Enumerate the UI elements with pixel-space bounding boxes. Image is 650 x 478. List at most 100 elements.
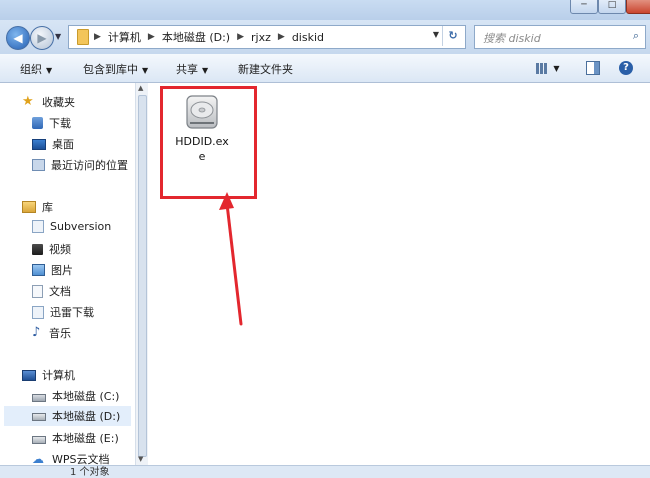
view-options-button[interactable]: ▼ bbox=[533, 59, 563, 77]
new-folder-label: 新建文件夹 bbox=[238, 63, 293, 76]
document-icon bbox=[32, 284, 43, 298]
minimize-button[interactable]: ─ bbox=[570, 0, 598, 14]
navigation-scrollbar[interactable]: ▲ ▼ bbox=[135, 83, 148, 477]
video-icon bbox=[32, 243, 43, 255]
nav-item-label: 下载 bbox=[49, 117, 71, 130]
forward-button[interactable]: ▶ bbox=[30, 26, 54, 50]
maximize-button[interactable]: □ bbox=[598, 0, 626, 14]
breadcrumb-arrow-icon[interactable]: ▶ bbox=[232, 32, 249, 42]
nav-favorites[interactable]: ★ 收藏夹 bbox=[22, 94, 75, 110]
cloud-icon: ☁ bbox=[32, 452, 44, 466]
window-titlebar: ─ □ bbox=[0, 0, 650, 20]
breadcrumb-diskid[interactable]: diskid bbox=[290, 31, 326, 44]
chevron-down-icon: ▼ bbox=[46, 66, 53, 75]
address-dropdown-icon[interactable]: ▼ bbox=[433, 30, 439, 39]
breadcrumb-computer[interactable]: 计算机 bbox=[106, 29, 143, 45]
nav-item-label: Subversion bbox=[50, 220, 112, 233]
nav-item-documents[interactable]: 文档 bbox=[32, 283, 71, 299]
nav-item-label: 视频 bbox=[49, 243, 71, 256]
annotation-highlight-box bbox=[160, 86, 257, 199]
command-toolbar: 组织 ▼ 包含到库中 ▼ 共享 ▼ 新建文件夹 ▼ ? bbox=[0, 54, 650, 83]
maximize-icon: □ bbox=[607, 0, 617, 10]
organize-label: 组织 bbox=[20, 63, 42, 76]
search-icon[interactable]: ⌕ bbox=[633, 29, 639, 43]
status-count: 1 个对象 bbox=[70, 467, 110, 478]
back-button[interactable]: ◀ bbox=[6, 26, 30, 50]
include-in-library-button[interactable]: 包含到库中 ▼ bbox=[83, 61, 148, 77]
nav-item-label: 图片 bbox=[51, 264, 73, 277]
library-icon bbox=[22, 201, 36, 213]
breadcrumb-rjxz[interactable]: rjxz bbox=[249, 31, 273, 44]
nav-item-downloads[interactable]: 下载 bbox=[32, 115, 71, 131]
help-button[interactable]: ? bbox=[616, 59, 636, 77]
breadcrumb-drive-d[interactable]: 本地磁盘 (D:) bbox=[160, 29, 232, 45]
nav-item-videos[interactable]: 视频 bbox=[32, 241, 71, 257]
nav-item-label: 最近访问的位置 bbox=[51, 159, 128, 172]
desktop-icon bbox=[32, 138, 46, 150]
breadcrumb-arrow-icon[interactable]: ▶ bbox=[143, 32, 160, 42]
scroll-down-icon[interactable]: ▼ bbox=[138, 455, 143, 463]
nav-item-drive-e[interactable]: 本地磁盘 (E:) bbox=[32, 430, 119, 446]
nav-item-label: 迅雷下载 bbox=[50, 306, 94, 319]
new-folder-button[interactable]: 新建文件夹 bbox=[238, 61, 293, 77]
address-bar-row: ◀ ▶ ▼ ▶ 计算机 ▶ 本地磁盘 (D:) ▶ rjxz ▶ diskid … bbox=[0, 20, 650, 54]
scroll-up-icon[interactable]: ▲ bbox=[138, 84, 143, 92]
nav-item-label: 文档 bbox=[49, 285, 71, 298]
nav-item-pictures[interactable]: 图片 bbox=[32, 262, 73, 278]
back-arrow-icon: ◀ bbox=[13, 31, 23, 45]
star-icon: ★ bbox=[22, 94, 34, 109]
nav-item-subversion[interactable]: Subversion bbox=[32, 220, 111, 233]
help-icon: ? bbox=[619, 61, 633, 75]
nav-item-label: 音乐 bbox=[49, 327, 71, 340]
picture-icon bbox=[32, 264, 45, 276]
search-input[interactable]: 搜索 diskid ⌕ bbox=[474, 25, 646, 49]
address-field[interactable]: ▶ 计算机 ▶ 本地磁盘 (D:) ▶ rjxz ▶ diskid ▼ ↻ bbox=[68, 25, 466, 49]
nav-library-label: 库 bbox=[42, 201, 53, 214]
music-icon: ♪ bbox=[32, 325, 41, 340]
thunder-folder-icon bbox=[32, 305, 44, 319]
preview-pane-button[interactable] bbox=[583, 59, 603, 77]
view-grid-icon bbox=[536, 62, 548, 74]
include-in-library-label: 包含到库中 bbox=[83, 63, 138, 76]
nav-item-music[interactable]: ♪ 音乐 bbox=[32, 325, 71, 341]
nav-favorites-label: 收藏夹 bbox=[42, 96, 75, 109]
refresh-button[interactable]: ↻ bbox=[442, 26, 463, 46]
chevron-down-icon: ▼ bbox=[553, 63, 560, 73]
nav-item-label: 本地磁盘 (D:) bbox=[52, 410, 121, 423]
nav-item-thunder-downloads[interactable]: 迅雷下载 bbox=[32, 304, 94, 320]
refresh-icon: ↻ bbox=[448, 29, 458, 42]
minimize-icon: ─ bbox=[581, 0, 587, 10]
status-bar: 1 个对象 bbox=[0, 465, 650, 478]
computer-icon bbox=[22, 369, 36, 381]
nav-computer-label: 计算机 bbox=[42, 369, 75, 382]
search-placeholder: 搜索 diskid bbox=[483, 32, 541, 45]
drive-icon bbox=[32, 436, 46, 444]
folder-icon bbox=[77, 29, 89, 45]
nav-library[interactable]: 库 bbox=[22, 199, 53, 215]
nav-item-drive-d[interactable]: 本地磁盘 (D:) bbox=[4, 406, 131, 426]
share-label: 共享 bbox=[176, 63, 198, 76]
preview-pane-icon bbox=[586, 61, 600, 75]
breadcrumb-arrow-icon[interactable]: ▶ bbox=[273, 32, 290, 42]
recent-places-icon bbox=[32, 159, 45, 171]
chevron-down-icon: ▼ bbox=[202, 66, 209, 75]
close-button[interactable] bbox=[626, 0, 650, 14]
nav-item-drive-c[interactable]: 本地磁盘 (C:) bbox=[32, 388, 119, 404]
forward-arrow-icon: ▶ bbox=[37, 31, 47, 45]
navigation-pane: ★ 收藏夹 下载 桌面 最近访问的位置 库 Subversion 视频 图片 文… bbox=[0, 83, 135, 477]
system-drive-icon bbox=[32, 394, 46, 402]
organize-button[interactable]: 组织 ▼ bbox=[20, 61, 52, 77]
drive-icon bbox=[32, 413, 46, 421]
document-library-icon bbox=[32, 220, 44, 233]
nav-item-recent-places[interactable]: 最近访问的位置 bbox=[32, 157, 128, 173]
nav-item-label: 本地磁盘 (E:) bbox=[52, 432, 119, 445]
share-button[interactable]: 共享 ▼ bbox=[176, 61, 208, 77]
chevron-down-icon: ▼ bbox=[142, 66, 149, 75]
recent-pages-dropdown[interactable]: ▼ bbox=[55, 32, 61, 41]
nav-item-label: 桌面 bbox=[52, 138, 74, 151]
scrollbar-thumb[interactable] bbox=[138, 95, 147, 457]
nav-item-label: 本地磁盘 (C:) bbox=[52, 390, 120, 403]
nav-item-desktop[interactable]: 桌面 bbox=[32, 136, 74, 152]
nav-computer[interactable]: 计算机 bbox=[22, 367, 75, 383]
breadcrumb-arrow-icon[interactable]: ▶ bbox=[89, 32, 106, 42]
